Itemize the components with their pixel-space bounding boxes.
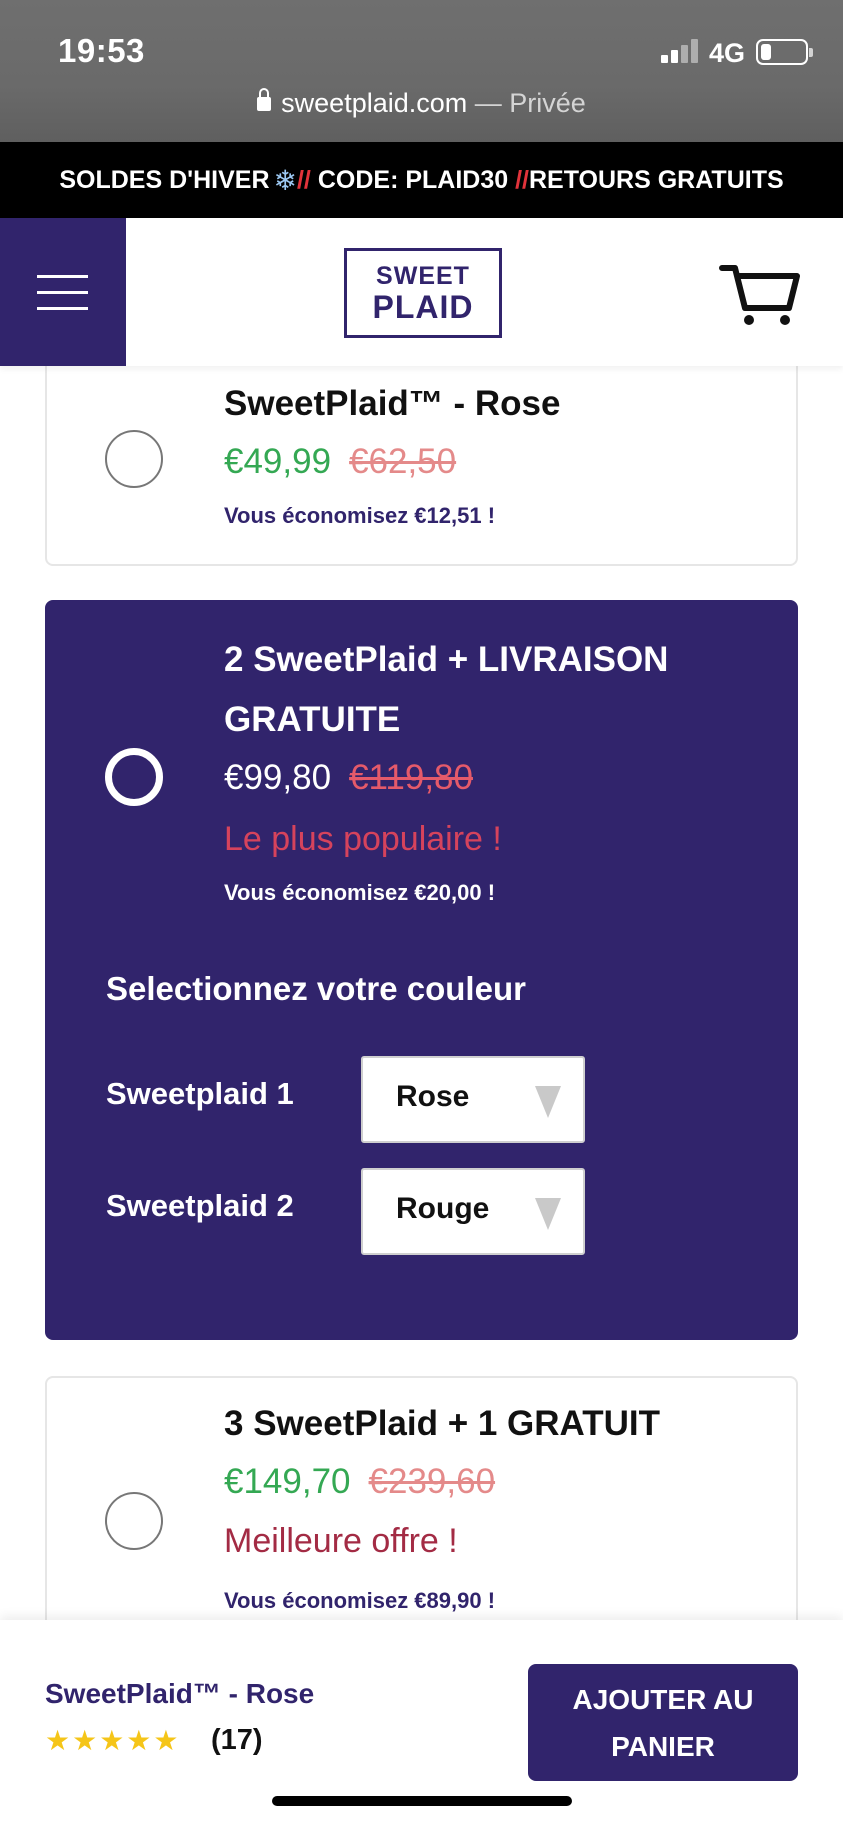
promo-banner: SOLDES D'HIVER ❄ // CODE: PLAID30 // RET…	[0, 142, 843, 218]
offer-title: SweetPlaid™ - Rose	[224, 384, 561, 423]
lock-icon	[257, 88, 272, 111]
offer-old-price: €119,80	[349, 758, 473, 797]
offer-price: €99,80	[224, 758, 332, 797]
offer-old-price: €62,50	[349, 442, 457, 481]
color-select-1[interactable]: Rose	[361, 1056, 585, 1143]
dropdown-arrow-icon	[535, 1198, 561, 1230]
sticky-cart-bar: SweetPlaid™ - Rose ★★★★★ (17) AJOUTER AU…	[0, 1620, 843, 1825]
promo-separator: //	[296, 165, 311, 194]
review-count[interactable]: (17)	[211, 1724, 263, 1757]
offer-saving: Vous économisez €89,90 !	[224, 1588, 496, 1613]
menu-button[interactable]	[0, 218, 126, 366]
add-to-cart-button[interactable]: AJOUTER AU PANIER	[528, 1664, 798, 1781]
selected-product-name: SweetPlaid™ - Rose	[45, 1678, 315, 1709]
offer-old-price: €239,60	[368, 1462, 496, 1501]
url-domain: sweetplaid.com	[281, 88, 468, 118]
promo-returns-text: RETOURS GRATUITS	[529, 165, 784, 194]
offer-saving: Vous économisez €12,51 !	[224, 503, 496, 528]
cart-icon[interactable]	[719, 262, 801, 328]
offer-saving: Vous économisez €20,00 !	[224, 880, 496, 905]
logo-line-1: SWEET	[376, 261, 470, 290]
site-logo[interactable]: SWEET PLAID	[344, 248, 502, 338]
offer-tag: Meilleure offre !	[224, 1522, 458, 1560]
offer-title-line-2: GRATUITE	[224, 700, 401, 739]
offer-title: 3 SweetPlaid + 1 GRATUIT	[224, 1404, 660, 1443]
snowflake-icon: ❄	[273, 164, 297, 196]
offer-price: €49,99	[224, 442, 332, 481]
color-select-value: Rouge	[396, 1192, 490, 1225]
promo-sale-text: SOLDES D'HIVER	[59, 165, 270, 194]
battery-icon	[756, 39, 813, 65]
offer-option-single[interactable]: SweetPlaid™ - Rose €49,99 €62,50 Vous éco…	[45, 350, 798, 566]
offer-prices: €99,80 €119,80	[224, 758, 473, 798]
network-type: 4G	[709, 38, 746, 68]
site-header: SWEET PLAID	[0, 218, 843, 366]
offer-prices: €149,70 €239,60	[224, 1462, 495, 1502]
offer-tag: Le plus populaire !	[224, 820, 502, 858]
color-select-value: Rose	[396, 1080, 470, 1113]
address-bar[interactable]: sweetplaid.com — Privée	[0, 88, 843, 119]
private-mode-label: — Privée	[474, 88, 586, 118]
offer-radio[interactable]	[105, 1492, 163, 1550]
color-label-2: Sweetplaid 2	[106, 1188, 294, 1223]
rating-stars-icon: ★★★★★	[45, 1725, 181, 1756]
color-label-1: Sweetplaid 1	[106, 1076, 294, 1111]
status-bar: 19:53 4G sweetplaid.com — Privée	[0, 0, 843, 142]
offer-title: 2 SweetPlaid + LIVRAISON	[224, 640, 669, 679]
promo-separator: //	[515, 165, 529, 194]
home-indicator[interactable]	[272, 1796, 572, 1806]
offer-radio[interactable]	[105, 430, 163, 488]
promo-code-text: CODE: PLAID30	[310, 165, 516, 194]
offer-option-double[interactable]: 2 SweetPlaid + LIVRAISON GRATUITE €99,80…	[45, 600, 798, 1340]
logo-line-2: PLAID	[372, 288, 474, 325]
offer-prices: €49,99 €62,50	[224, 442, 456, 482]
offer-radio-selected[interactable]	[105, 748, 163, 806]
dropdown-arrow-icon	[535, 1086, 561, 1118]
signal-icon	[661, 39, 701, 63]
status-time: 19:53	[58, 32, 145, 69]
color-select-2[interactable]: Rouge	[361, 1168, 585, 1255]
offer-price: €149,70	[224, 1462, 351, 1501]
color-picker-heading: Selectionnez votre couleur	[106, 970, 526, 1007]
